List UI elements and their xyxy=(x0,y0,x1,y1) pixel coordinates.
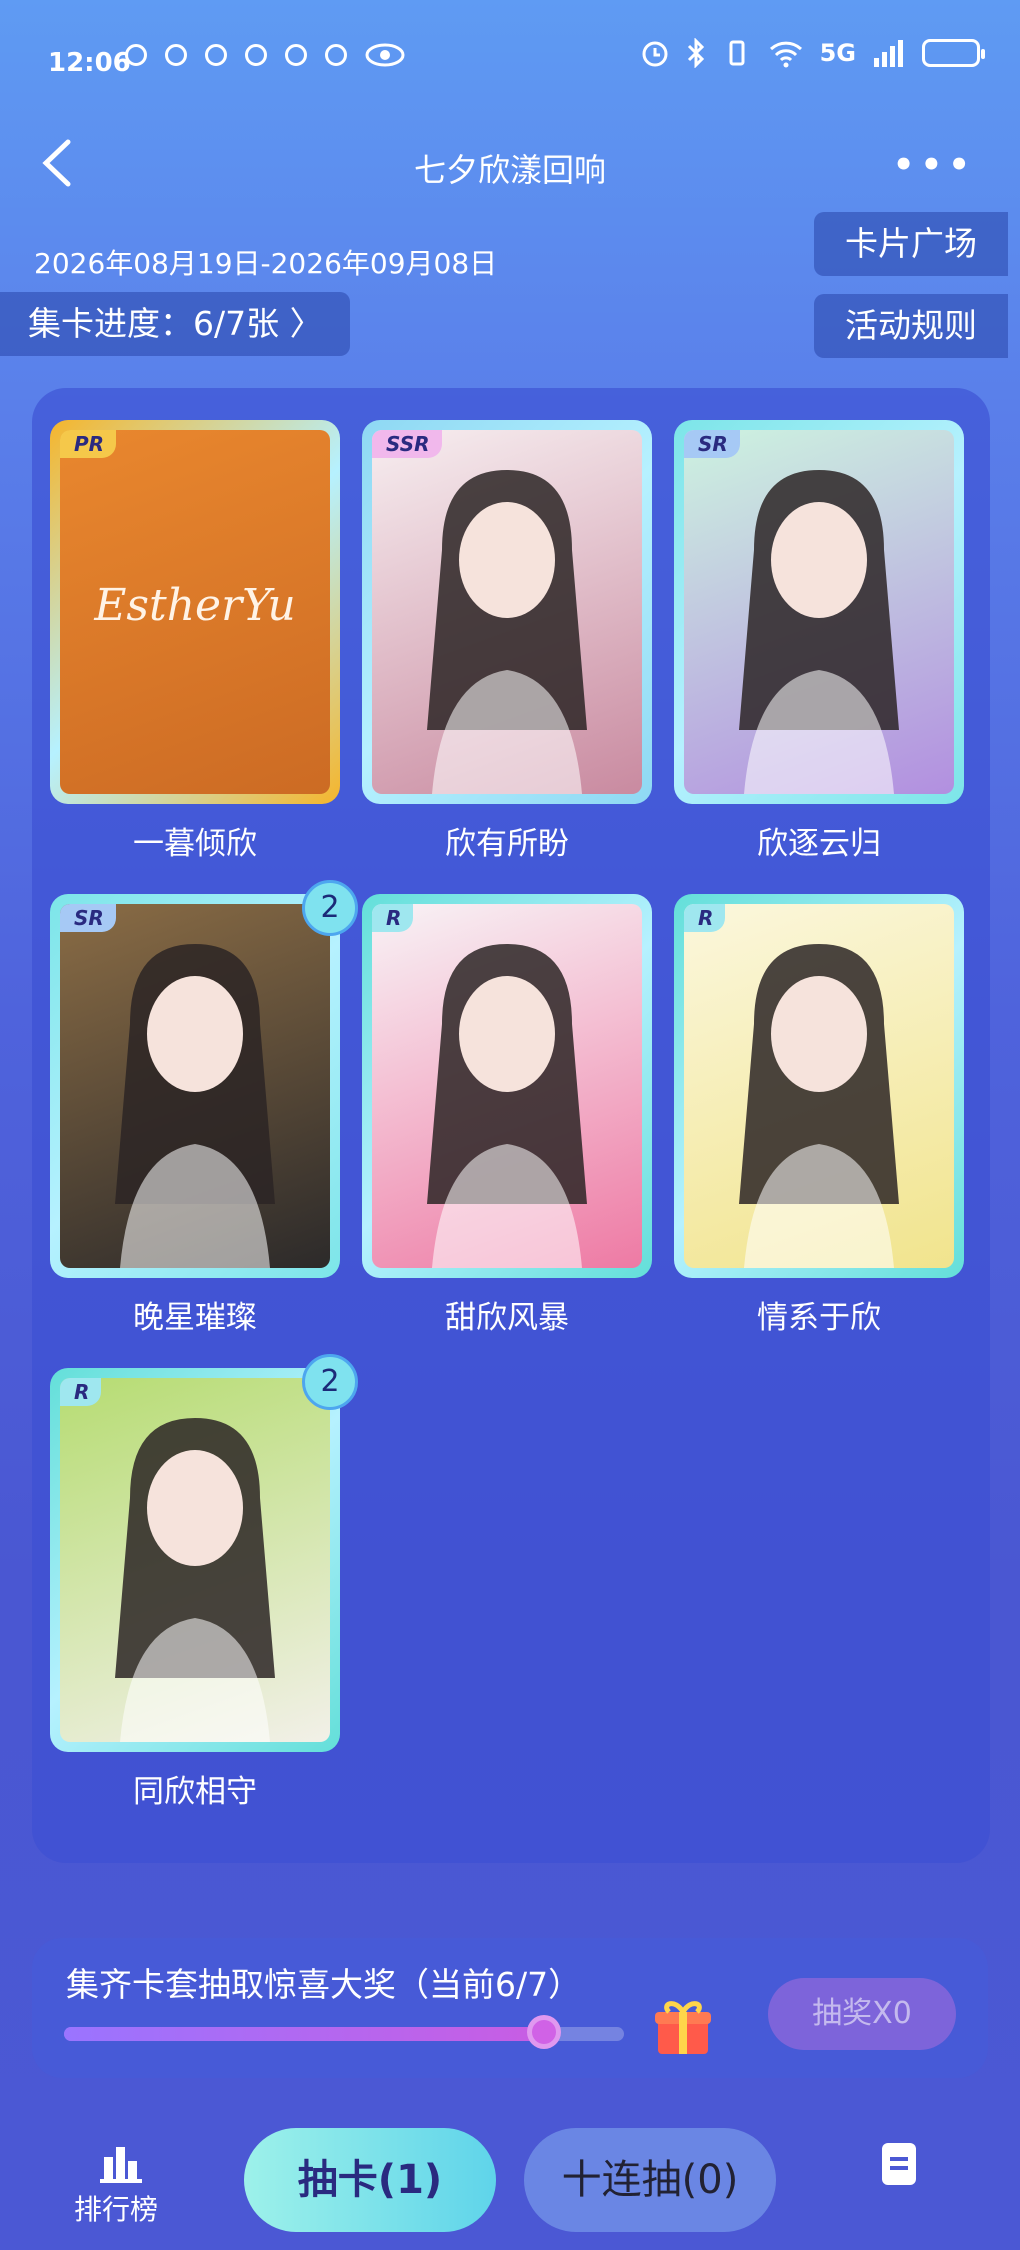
portrait-illustration xyxy=(739,944,899,1268)
rarity-tag: SSR xyxy=(372,430,442,458)
card-count-badge: 2 xyxy=(302,1354,358,1410)
lottery-draw-button[interactable]: 抽奖X0 xyxy=(768,1978,956,2050)
rarity-tag: SR xyxy=(60,904,116,932)
event-rules-button[interactable]: 活动规则 xyxy=(814,294,1008,358)
card-name: 甜欣风暴 xyxy=(445,1300,569,1336)
status-time: 12:06 xyxy=(48,48,131,78)
rarity-tag: R xyxy=(684,904,726,932)
battery-icon xyxy=(922,39,985,67)
event-date-range: 2026年08月19日-2026年09月08日 xyxy=(34,247,498,280)
system-status: 5G xyxy=(640,38,985,68)
collection-card[interactable]: R xyxy=(674,894,964,1278)
collection-card[interactable]: SSR xyxy=(362,420,652,804)
more-options-button[interactable]: ••• xyxy=(893,145,976,185)
portrait-illustration xyxy=(739,470,899,794)
gift-icon xyxy=(655,2001,711,2054)
prize-description: 集齐卡套抽取惊喜大奖（当前6/7） xyxy=(66,1965,582,2004)
tiktok-icon xyxy=(125,44,147,66)
wifi-icon xyxy=(769,41,802,68)
card-artwork: R xyxy=(372,904,642,1268)
rarity-tag: R xyxy=(60,1378,102,1406)
vibrate-icon xyxy=(729,40,745,66)
collection-card[interactable]: R xyxy=(362,894,652,1278)
card-name: 同欣相守 xyxy=(133,1774,257,1810)
app-notification-icon xyxy=(285,44,307,66)
bluetooth-icon xyxy=(687,38,704,68)
page-title: 七夕欣漾回响 xyxy=(413,151,606,189)
card-name: 晚星璀璨 xyxy=(133,1300,257,1336)
card-artwork: EstherYu PR xyxy=(60,430,330,794)
notification-icons xyxy=(125,42,405,68)
leaderboard-label[interactable]: 排行榜 xyxy=(74,2188,158,2228)
card-count-badge: 2 xyxy=(302,880,358,936)
card-cover-text: EstherYu xyxy=(94,580,296,631)
leaf-icon xyxy=(325,44,347,66)
portrait-illustration xyxy=(427,944,587,1268)
signal-icon xyxy=(874,40,903,67)
card-artwork: SR xyxy=(60,904,330,1268)
portrait-illustration xyxy=(115,944,275,1268)
card-name: 欣有所盼 xyxy=(445,826,569,862)
card-name: 情系于欣 xyxy=(757,1300,881,1336)
app-notification-icon xyxy=(245,44,267,66)
portrait-illustration xyxy=(115,1418,275,1742)
leaderboard-icon[interactable] xyxy=(100,2143,142,2183)
card-artwork: R xyxy=(684,904,954,1268)
eye-icon xyxy=(365,43,405,67)
portrait-illustration xyxy=(427,470,587,794)
rarity-tag: SR xyxy=(684,430,740,458)
draw-ten-button[interactable]: 十连抽(0) xyxy=(524,2128,776,2232)
rarity-tag: R xyxy=(372,904,414,932)
collection-card[interactable]: EstherYu PR xyxy=(50,420,340,804)
alarm-icon xyxy=(642,41,668,67)
card-square-button[interactable]: 卡片广场 xyxy=(814,212,1008,276)
card-name: 欣逐云归 xyxy=(757,826,881,862)
document-icon[interactable] xyxy=(882,2143,916,2185)
rarity-tag: PR xyxy=(60,430,117,458)
collection-card[interactable]: R xyxy=(50,1368,340,1752)
card-artwork: SR xyxy=(684,430,954,794)
prize-progress-knob xyxy=(527,2015,561,2049)
network-type: 5G xyxy=(819,39,856,67)
collection-progress-button[interactable]: 集卡进度：6/7张 〉 xyxy=(0,292,350,356)
card-artwork: SSR xyxy=(372,430,642,794)
draw-one-button[interactable]: 抽卡(1) xyxy=(244,2128,496,2232)
collection-card[interactable]: SR xyxy=(50,894,340,1278)
collection-card[interactable]: SR xyxy=(674,420,964,804)
app-notification-icon xyxy=(165,44,187,66)
prize-progress-fill xyxy=(64,2027,544,2041)
card-artwork: R xyxy=(60,1378,330,1742)
app-notification-icon xyxy=(205,44,227,66)
card-name: 一暮倾欣 xyxy=(133,826,257,862)
